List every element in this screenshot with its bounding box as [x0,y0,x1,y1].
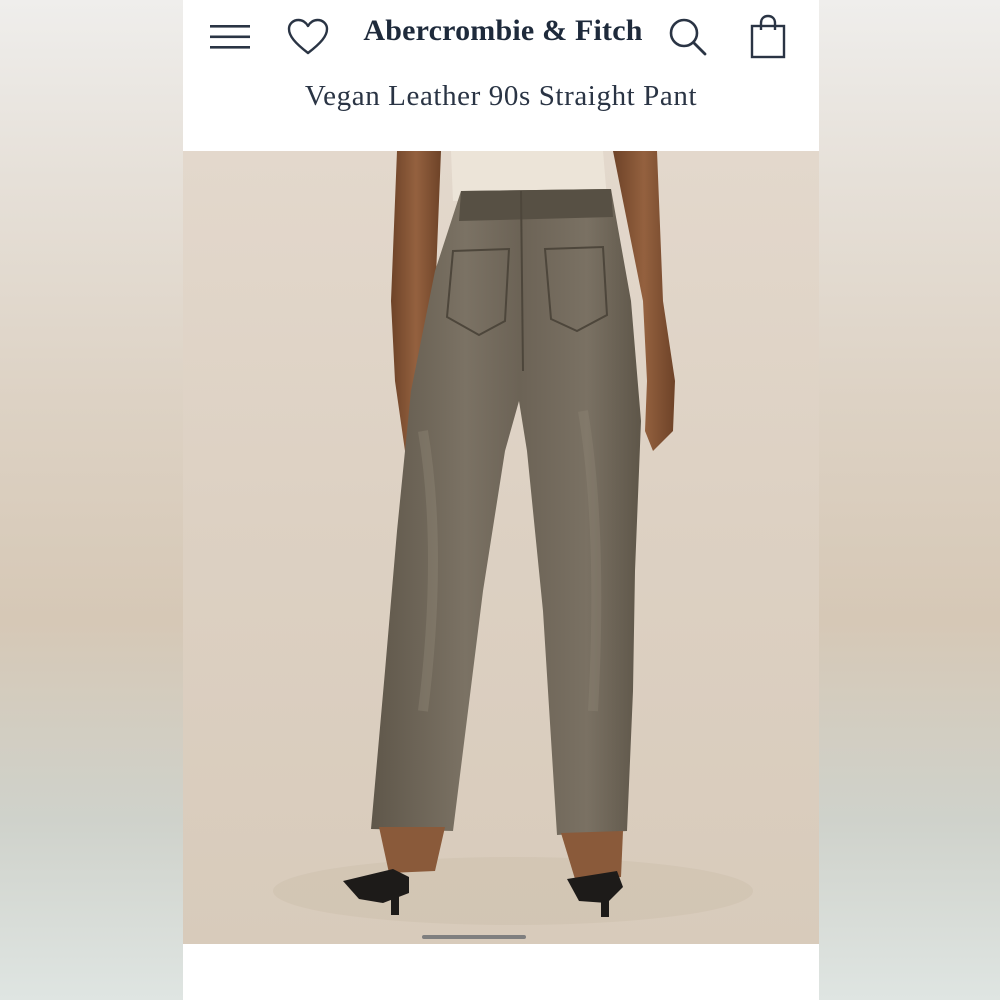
search-icon [669,18,707,56]
left-backdrop [0,0,183,1000]
left-ankle [379,827,445,873]
page-bottom [183,944,819,1000]
top-navigation-bar: Abercrombie & Fitch [183,0,819,74]
scroll-indicator[interactable] [422,935,526,939]
product-image[interactable] [183,151,819,944]
heart-icon [287,18,329,55]
menu-button[interactable] [205,14,255,60]
search-button[interactable] [663,12,713,62]
mobile-page: Abercrombie & Fitch Vegan Leather 90s St… [183,0,819,1000]
product-photo [273,151,753,925]
brand-logo[interactable]: Abercrombie & Fitch [353,14,653,54]
hamburger-menu-icon [210,25,250,49]
shopping-bag-button[interactable] [743,10,793,64]
right-backdrop [819,0,1000,1000]
product-title: Vegan Leather 90s Straight Pant [304,80,698,112]
waistband [459,189,613,221]
wishlist-button[interactable] [283,14,333,60]
shopping-bag-icon [750,14,786,59]
